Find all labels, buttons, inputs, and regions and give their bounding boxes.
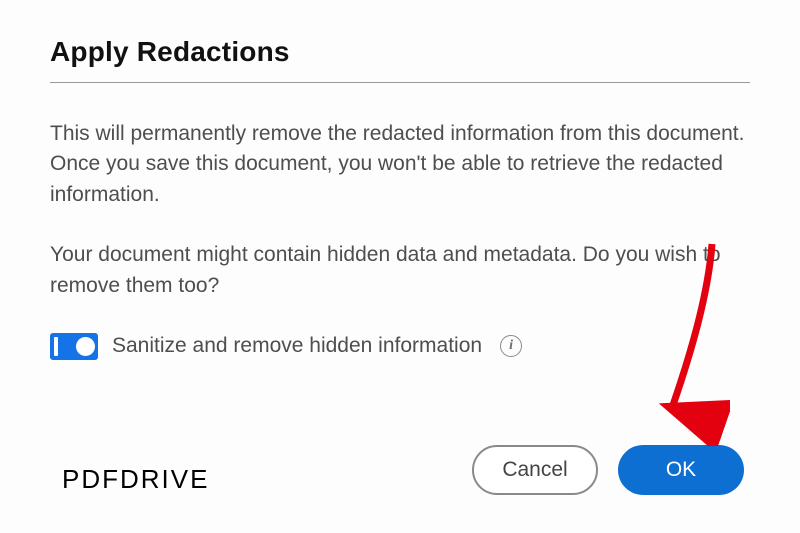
sanitize-toggle-row: Sanitize and remove hidden information i xyxy=(50,331,750,361)
cancel-button[interactable]: Cancel xyxy=(472,445,598,495)
dialog-paragraph-1: This will permanently remove the redacte… xyxy=(50,119,750,210)
apply-redactions-dialog: Apply Redactions This will permanently r… xyxy=(0,0,800,362)
dialog-button-row: Cancel OK xyxy=(472,445,744,495)
sanitize-toggle[interactable] xyxy=(50,333,98,360)
dialog-body: This will permanently remove the redacte… xyxy=(50,119,750,362)
watermark-text: PDFDRIVE xyxy=(62,464,209,495)
dialog-title: Apply Redactions xyxy=(50,36,750,83)
info-icon[interactable]: i xyxy=(500,335,522,357)
dialog-paragraph-2: Your document might contain hidden data … xyxy=(50,240,750,301)
ok-button[interactable]: OK xyxy=(618,445,744,495)
sanitize-toggle-label: Sanitize and remove hidden information xyxy=(112,331,482,361)
